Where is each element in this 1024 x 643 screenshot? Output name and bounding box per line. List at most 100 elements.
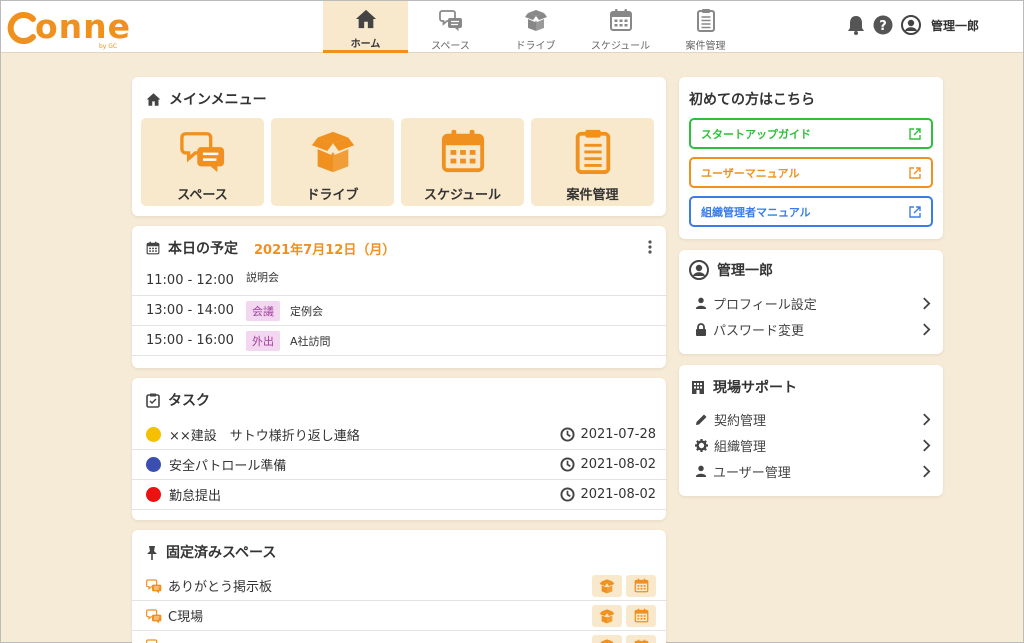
today-title-text: 本日の予定 — [168, 241, 238, 257]
user-management-link[interactable]: ユーザー管理 — [695, 460, 931, 482]
task-date-text: 2021-07-28 — [580, 427, 656, 442]
chat-bubbles-icon — [146, 638, 162, 643]
calendar-icon — [146, 241, 160, 255]
nav-drive[interactable]: ドライブ — [493, 1, 578, 53]
task-row[interactable]: 安全パトロール準備 2021-08-02 — [132, 450, 666, 480]
nav-label: スケジュール — [590, 41, 651, 52]
today-schedule-card: 本日の予定 2021年7月12日（月） 11:00 - 12:00 説明会 13… — [132, 226, 666, 368]
menu-label: プロフィール設定 — [713, 297, 817, 313]
conne-logo[interactable]: onne by GC — [7, 7, 130, 51]
support-title-text: 現場サポート — [713, 380, 797, 396]
space-schedule-button[interactable] — [626, 604, 656, 627]
space-schedule-button[interactable] — [626, 574, 656, 597]
tile-label: スケジュール — [423, 188, 502, 203]
task-date-text: 2021-08-02 — [580, 457, 656, 472]
pinned-space-row[interactable]: C現場 — [132, 601, 666, 631]
space-name: C現場 — [168, 610, 204, 625]
space-drive-button[interactable] — [592, 574, 622, 597]
space-schedule-button[interactable] — [626, 635, 656, 643]
person-icon — [695, 297, 707, 309]
clipboard-icon — [570, 128, 616, 174]
task-title-text: タスク — [168, 393, 210, 409]
profile-card: 管理一郎 プロフィール設定 パスワード変更 — [679, 250, 943, 354]
chevron-right-icon — [922, 297, 931, 310]
task-title: タスク — [146, 390, 210, 410]
header-user-name[interactable]: 管理一郎 — [931, 17, 979, 34]
event-name: A社訪問 — [290, 334, 331, 348]
nav-projects[interactable]: 案件管理 — [663, 1, 748, 53]
tile-drive[interactable]: ドライブ — [271, 118, 394, 206]
main-nav: ホーム スペース ドライブ スケジュール 案件管理 — [323, 1, 748, 53]
task-name: 安全パトロール準備 — [169, 459, 287, 474]
support-title: 現場サポート — [691, 377, 797, 397]
bell-icon[interactable] — [847, 15, 865, 35]
pinned-title: 固定済みスペース — [146, 542, 276, 562]
task-card: タスク ××建設 サトウ様折り返し連絡 2021-07-28 安全パトロール準備… — [132, 378, 666, 520]
event-time: 13:00 - 14:00 — [146, 303, 234, 318]
nav-home[interactable]: ホーム — [323, 1, 408, 53]
task-row[interactable]: ××建設 サトウ様折り返し連絡 2021-07-28 — [132, 420, 666, 450]
space-name: ありがとう掲示板 — [168, 580, 273, 595]
event-name: 説明会 — [246, 270, 279, 284]
schedule-row[interactable]: 15:00 - 16:00 外出 A社訪問 — [132, 326, 666, 356]
task-due-date: 2021-07-28 — [560, 427, 656, 442]
nav-label: ホーム — [350, 39, 381, 50]
task-name: 勤怠提出 — [169, 489, 222, 504]
external-link-icon — [909, 167, 921, 179]
schedule-row[interactable]: 13:00 - 14:00 会議 定例会 — [132, 296, 666, 326]
org-management-link[interactable]: 組織管理 — [695, 434, 931, 456]
nav-label: ドライブ — [515, 41, 556, 52]
main-menu-title: メインメニュー — [146, 89, 267, 109]
schedule-row[interactable]: 11:00 - 12:00 説明会 — [132, 266, 666, 296]
user-manual-link[interactable]: ユーザーマニュアル — [689, 157, 933, 188]
header-actions: ? 管理一郎 — [847, 15, 979, 35]
more-vertical-icon[interactable] — [648, 240, 652, 254]
pinned-space-row-partial — [132, 631, 666, 643]
startup-guide-link[interactable]: スタートアップガイド — [689, 118, 933, 149]
box-icon — [599, 578, 615, 594]
main-menu-title-text: メインメニュー — [169, 92, 267, 108]
user-avatar-icon[interactable] — [900, 15, 921, 35]
task-date-text: 2021-08-02 — [580, 487, 656, 502]
contract-management-link[interactable]: 契約管理 — [695, 408, 931, 430]
beginners-card: 初めての方はこちら スタートアップガイド ユーザーマニュアル 組織管理者マニュア… — [679, 77, 943, 239]
nav-label: スペース — [431, 41, 470, 52]
main-menu-card: メインメニュー スペース ドライブ スケジュール 案件管理 — [132, 77, 666, 216]
beginners-title-text: 初めての方はこちら — [689, 92, 815, 108]
profile-settings-link[interactable]: プロフィール設定 — [695, 292, 931, 314]
pinned-space-row[interactable]: ありがとう掲示板 — [132, 571, 666, 601]
nav-space[interactable]: スペース — [408, 1, 493, 53]
space-drive-button[interactable] — [592, 635, 622, 643]
site-support-card: 現場サポート 契約管理 組織管理 ユーザー管理 — [679, 365, 943, 496]
top-header: onne by GC ホーム スペース ドライブ スケジュール 案件管理 ? 管… — [1, 1, 1023, 53]
guide-label: スタートアップガイド — [701, 127, 811, 141]
calendar-icon — [634, 608, 649, 623]
pin-icon — [147, 545, 157, 560]
task-due-date: 2021-08-02 — [560, 457, 656, 472]
tile-space[interactable]: スペース — [141, 118, 264, 206]
task-row[interactable]: 勤怠提出 2021-08-02 — [132, 480, 666, 510]
space-drive-button[interactable] — [592, 604, 622, 627]
task-status-dot — [146, 457, 161, 472]
menu-label: パスワード変更 — [713, 323, 805, 339]
person-icon — [695, 465, 707, 477]
pinned-spaces-card: 固定済みスペース ありがとう掲示板 C現場 — [132, 530, 666, 643]
password-change-link[interactable]: パスワード変更 — [695, 318, 931, 340]
logo-byline: by GC — [99, 43, 118, 50]
tile-projects[interactable]: 案件管理 — [531, 118, 654, 206]
chat-bubbles-icon — [146, 608, 162, 624]
chevron-right-icon — [922, 465, 931, 478]
chevron-right-icon — [922, 439, 931, 452]
tile-schedule[interactable]: スケジュール — [401, 118, 524, 206]
guide-label: 組織管理者マニュアル — [701, 205, 811, 219]
guide-label: ユーザーマニュアル — [701, 166, 800, 180]
admin-manual-link[interactable]: 組織管理者マニュアル — [689, 196, 933, 227]
user-avatar-icon — [689, 260, 709, 280]
logo-c-icon — [7, 12, 36, 44]
tile-label: ドライブ — [306, 188, 359, 203]
task-due-date: 2021-08-02 — [560, 487, 656, 502]
help-icon[interactable]: ? — [873, 15, 893, 35]
nav-schedule[interactable]: スケジュール — [578, 1, 663, 53]
task-status-dot — [146, 487, 161, 502]
svg-text:?: ? — [879, 19, 887, 34]
